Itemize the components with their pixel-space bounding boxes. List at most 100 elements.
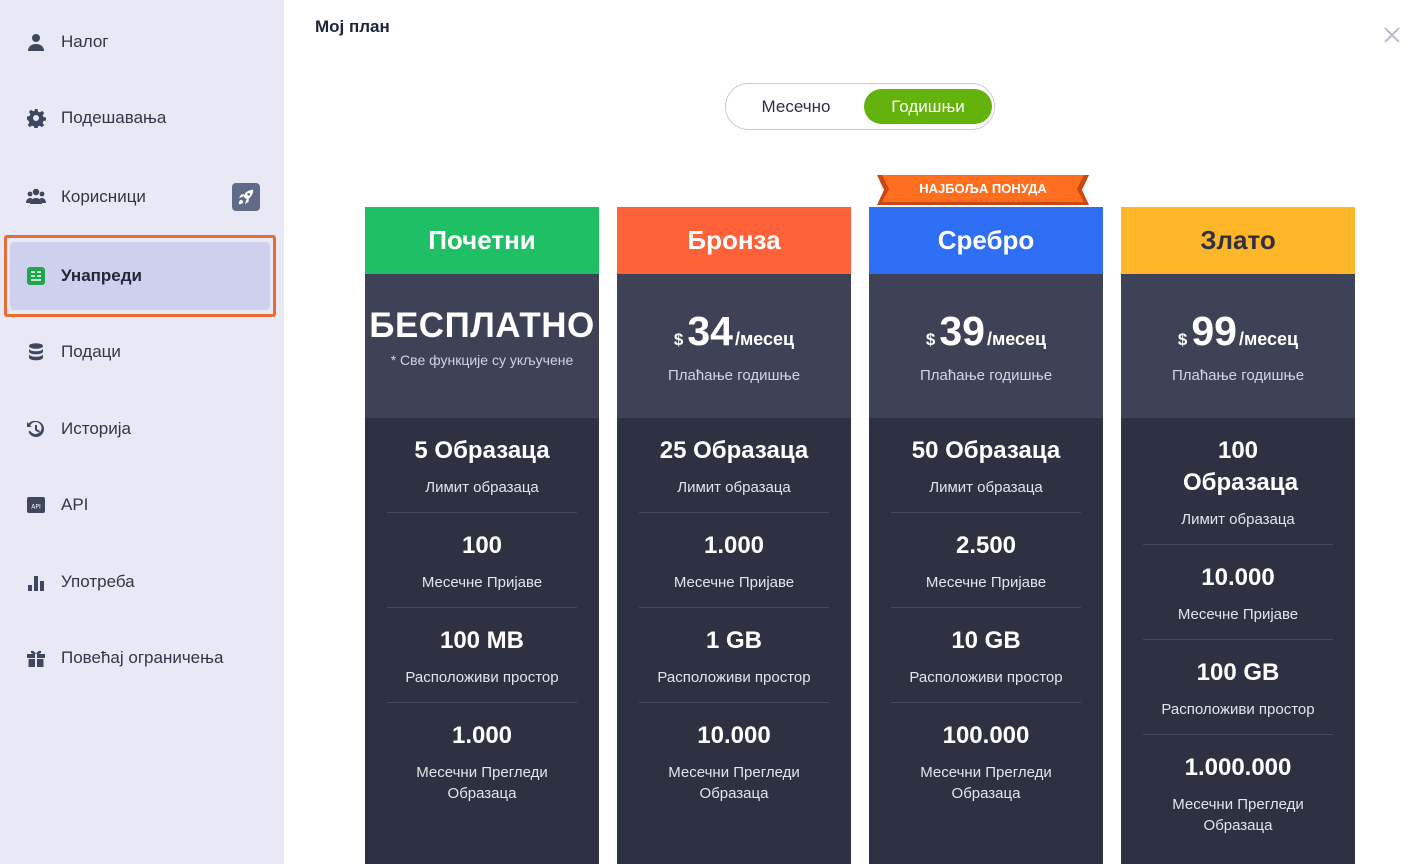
plan-feature: 25 Образаца Лимит образаца — [639, 418, 829, 513]
feature-label: Месечни Прегледи Образаца — [416, 764, 548, 802]
sidebar-item-label: Употреба — [61, 572, 135, 591]
sidebar: Налог Подешавања Корисници Унапреди Пода… — [0, 0, 284, 864]
feature-label: Месечне Пријаве — [673, 574, 795, 591]
feature-label: Расположиви простор — [657, 669, 811, 686]
feature-label: Месечне Пријаве — [421, 574, 543, 591]
plan-feature: 100 GB Расположиви простор — [1143, 640, 1333, 735]
plan-name: Почетни — [365, 207, 599, 274]
plan-feature: 10.000 Месечни Прегледи Образаца — [639, 703, 829, 818]
plan-feature: 100 MB Расположиви простор — [387, 608, 577, 703]
main-content: Мој план Месечно Годишњи НАЈБОЉА ПОНУДА … — [284, 0, 1425, 864]
sidebar-item-label: Повећај ограничења — [61, 648, 224, 667]
sidebar-item-upgrade[interactable]: Унапреди — [10, 242, 270, 310]
api-icon: API — [24, 493, 48, 517]
feature-label: Лимит образаца — [929, 479, 1043, 496]
plan-card-silver: Сребро $ 39 /месец Плаћање годишње 50 Об… — [869, 207, 1103, 864]
plan-feature: 100 Месечне Пријаве — [387, 513, 577, 608]
feature-value: 50 Образаца — [911, 437, 1061, 464]
plan-card-bronze: Бронза $ 34 /месец Плаћање годишње 25 Об… — [617, 207, 851, 864]
plan-feature: 2.500 Месечне Пријаве — [891, 513, 1081, 608]
close-button[interactable] — [1383, 26, 1401, 44]
feature-label: Месечни Прегледи Образаца — [1172, 796, 1304, 834]
bar-chart-icon — [24, 570, 48, 594]
price-amount: 99 — [1191, 308, 1237, 354]
plan-feature: 1.000.000 Месечни Прегледи Образаца — [1143, 735, 1333, 850]
price-period: /месец — [986, 329, 1047, 349]
sidebar-item-label: Унапреди — [61, 266, 142, 285]
sidebar-item-label: Подешавања — [61, 108, 167, 127]
plan-name: Сребро — [869, 207, 1103, 274]
feature-label: Расположиви простор — [909, 669, 1063, 686]
sidebar-item-data[interactable]: Подаци — [10, 318, 270, 386]
feature-value: 5 Образаца — [414, 437, 550, 464]
plan-card-gold: Злато $ 99 /месец Плаћање годишње 100 Об… — [1121, 207, 1355, 864]
feature-label: Лимит образаца — [677, 479, 791, 496]
feature-label: Расположиви простор — [1161, 701, 1315, 718]
plan-feature: 10.000 Месечне Пријаве — [1143, 545, 1333, 640]
plan-price-block: $ 34 /месец Плаћање годишње — [617, 274, 851, 418]
billing-yearly-option[interactable]: Годишњи — [864, 89, 992, 124]
database-icon — [24, 340, 48, 364]
feature-label: Месечне Пријаве — [925, 574, 1047, 591]
sidebar-item-label: Корисници — [61, 187, 146, 206]
feature-value: 1 GB — [705, 627, 762, 654]
page-title: Мој план — [315, 17, 390, 36]
billing-monthly-option[interactable]: Месечно — [734, 89, 858, 124]
feature-value: 1.000.000 — [1184, 754, 1292, 781]
sidebar-item-usage[interactable]: Употреба — [10, 548, 270, 616]
plan-feature: 50 Образаца Лимит образаца — [891, 418, 1081, 513]
feature-value: 100 Образаца — [1183, 437, 1299, 496]
plan-feature: 100 Образаца Лимит образаца — [1143, 418, 1333, 545]
sidebar-item-api[interactable]: API API — [10, 471, 270, 539]
sidebar-item-users[interactable]: Корисници — [10, 163, 270, 231]
sidebar-item-label: Историја — [61, 419, 131, 438]
price-currency: $ — [925, 330, 936, 349]
gift-icon — [24, 646, 48, 670]
sidebar-item-label: Налог — [61, 32, 109, 51]
feature-value: 2.500 — [955, 532, 1017, 559]
sidebar-item-account[interactable]: Налог — [10, 8, 270, 76]
sidebar-item-settings[interactable]: Подешавања — [10, 84, 270, 152]
plan-price-block: БЕСПЛАТНО * Све функције су укључене — [365, 274, 599, 418]
price-note: Плаћање годишње — [667, 367, 801, 384]
rocket-icon[interactable] — [232, 183, 260, 211]
plan-feature: 1.000 Месечни Прегледи Образаца — [387, 703, 577, 818]
plan-free-note: * Све функције су укључене — [390, 352, 574, 368]
feature-value: 10.000 — [1201, 564, 1275, 591]
price-period: /месец — [734, 329, 795, 349]
sidebar-item-label: API — [61, 495, 89, 514]
plan-feature: 1 GB Расположиви простор — [639, 608, 829, 703]
sidebar-item-history[interactable]: Историја — [10, 395, 270, 463]
feature-value: 100.000 — [942, 722, 1030, 749]
feature-label: Лимит образаца — [425, 479, 539, 496]
feature-value: 100 MB — [439, 627, 525, 654]
history-icon — [24, 417, 48, 441]
feature-value: 10 GB — [951, 627, 1021, 654]
price-amount: 34 — [687, 308, 733, 354]
feature-label: Месечни Прегледи Образаца — [668, 764, 800, 802]
price-amount: 39 — [939, 308, 985, 354]
plan-feature: 1.000 Месечне Пријаве — [639, 513, 829, 608]
feature-value: 1.000 — [703, 532, 765, 559]
sidebar-item-label: Подаци — [61, 342, 121, 361]
price-period: /месец — [1238, 329, 1299, 349]
sidebar-item-increase-limits[interactable]: Повећај ограничења — [10, 624, 270, 692]
ribbon-label: НАЈБОЉА ПОНУДА — [919, 181, 1047, 196]
price-note: Плаћање годишње — [1171, 367, 1305, 384]
close-icon — [1384, 27, 1400, 43]
plan-name: Злато — [1121, 207, 1355, 274]
gear-icon — [24, 106, 48, 130]
price-currency: $ — [673, 330, 684, 349]
feature-label: Лимит образаца — [1181, 511, 1295, 528]
feature-value: 100 — [461, 532, 503, 559]
feature-value: 10.000 — [697, 722, 771, 749]
feature-label: Расположиви простор — [405, 669, 559, 686]
users-icon — [24, 185, 48, 209]
feature-value: 1.000 — [451, 722, 513, 749]
svg-text:API: API — [31, 504, 41, 511]
plan-feature: 10 GB Расположиви простор — [891, 608, 1081, 703]
feature-label: Месечне Пријаве — [1177, 606, 1299, 623]
plan-free-label: БЕСПЛАТНО — [369, 306, 595, 345]
plan-feature: 100.000 Месечни Прегледи Образаца — [891, 703, 1081, 818]
feature-value: 100 GB — [1196, 659, 1280, 686]
